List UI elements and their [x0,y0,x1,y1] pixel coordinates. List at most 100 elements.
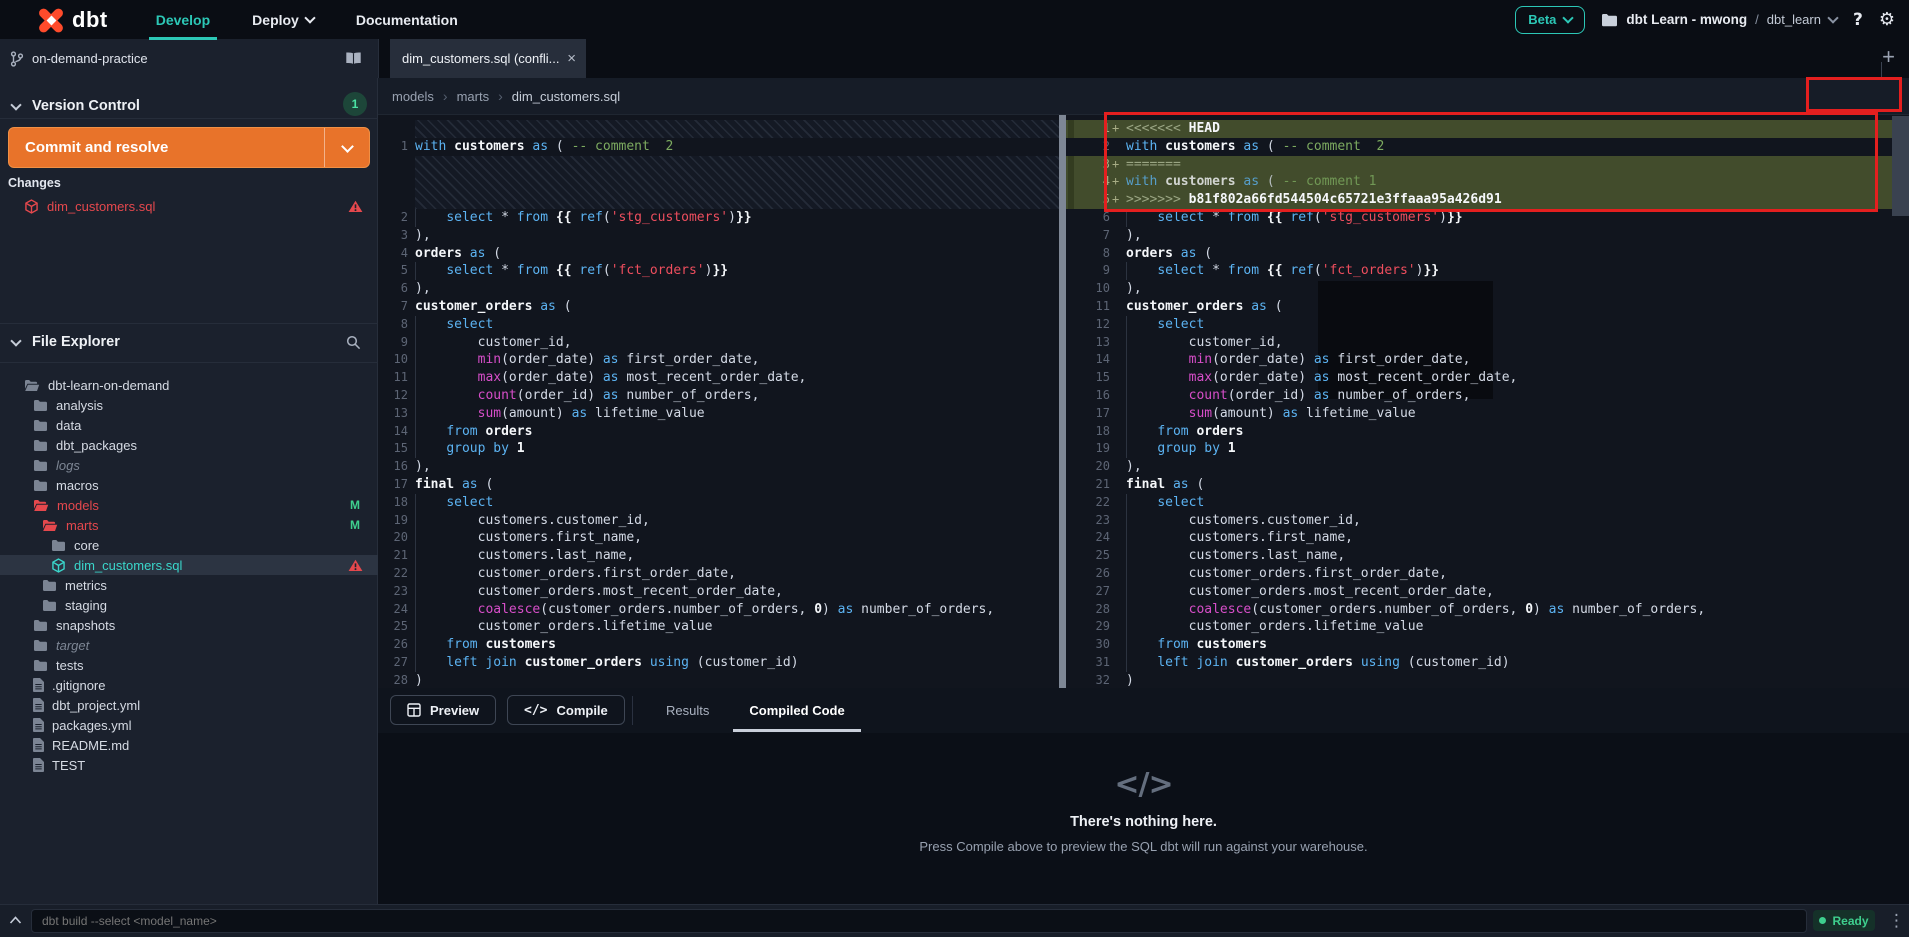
kebab-menu-icon[interactable]: ⋮ [1888,911,1905,931]
beta-dropdown[interactable]: Beta [1515,6,1585,34]
tree-item-gitignore[interactable]: .gitignore [0,675,378,695]
tree-item-macros[interactable]: macros [0,475,378,495]
code-line[interactable]: 25 customers.last_name, [1066,547,1909,565]
code-line[interactable]: 20), [1066,458,1909,476]
docs-book-icon[interactable] [345,52,362,65]
code-line[interactable]: 12 count(order_id) as number_of_orders, [378,387,1059,405]
code-line[interactable]: 6), [378,280,1059,298]
code-line[interactable]: 26 from customers [378,636,1059,654]
code-line[interactable]: 4+with customers as ( -- comment 1 [1066,173,1909,191]
code-line[interactable]: 10), [1066,280,1909,298]
code-line[interactable]: 28) [378,672,1059,688]
code-line[interactable]: 10 min(order_date) as first_order_date, [378,351,1059,369]
code-line[interactable]: 6 select * from {{ ref('stg_customers')}… [1066,209,1909,227]
code-line[interactable]: 23 customers.customer_id, [1066,512,1909,530]
tree-item-marts[interactable]: martsM [0,515,378,535]
code-line[interactable]: 19 group by 1 [1066,440,1909,458]
code-line[interactable]: 19 customers.customer_id, [378,512,1059,530]
preview-button[interactable]: Preview [390,695,496,725]
project-switcher[interactable]: dbt Learn - mwong / dbt_learn [1601,12,1837,27]
tree-item-dbt-learn-on-demand[interactable]: dbt-learn-on-demand [0,375,378,395]
code-line[interactable]: 12 select [1066,316,1909,334]
code-line[interactable]: 22 select [1066,494,1909,512]
tree-item-models[interactable]: modelsM [0,495,378,515]
commit-dropdown[interactable] [324,128,369,167]
editor-right-pane[interactable]: 1+<<<<<<< HEAD2with customers as ( -- co… [1066,115,1909,688]
code-line[interactable]: 13 customer_id, [1066,334,1909,352]
nav-item-deploy[interactable]: Deploy [252,12,314,28]
tree-item-core[interactable]: core [0,535,378,555]
code-line[interactable]: 24 customers.first_name, [1066,529,1909,547]
compile-button[interactable]: </> Compile [507,695,625,725]
code-line[interactable]: 1+<<<<<<< HEAD [1066,120,1909,138]
breadcrumb-item[interactable]: models [392,89,434,104]
file-explorer-header[interactable]: File Explorer [0,330,378,354]
code-line[interactable]: 27 customer_orders.most_recent_order_dat… [1066,583,1909,601]
code-line[interactable]: 22 customer_orders.first_order_date, [378,565,1059,583]
code-line[interactable]: 28 coalesce(customer_orders.number_of_or… [1066,601,1909,619]
code-line[interactable]: 2 select * from {{ ref('stg_customers')}… [378,209,1059,227]
code-line[interactable]: 9 select * from {{ ref('fct_orders')}} [1066,262,1909,280]
code-line[interactable]: 2with customers as ( -- comment 2 [1066,138,1909,156]
help-icon[interactable]: ? [1853,10,1863,30]
code-line[interactable]: 15 group by 1 [378,440,1059,458]
gear-icon[interactable]: ⚙ [1879,9,1895,30]
code-line[interactable]: 8 select [378,316,1059,334]
changed-file-row[interactable]: dim_customers.sql [0,194,378,218]
new-tab-button[interactable]: + [1882,46,1895,68]
code-line[interactable]: 31 left join customer_orders using (cust… [1066,654,1909,672]
code-line[interactable]: 17 sum(amount) as lifetime_value [1066,405,1909,423]
tree-item-staging[interactable]: staging [0,595,378,615]
code-line[interactable]: 18 select [378,494,1059,512]
code-line[interactable]: 16), [378,458,1059,476]
tree-item-test[interactable]: TEST [0,755,378,775]
code-line[interactable]: 29 customer_orders.lifetime_value [1066,618,1909,636]
tree-item-logs[interactable]: logs [0,455,378,475]
breadcrumb-item[interactable]: dim_customers.sql [512,89,620,104]
nav-item-develop[interactable]: Develop [156,12,210,28]
close-icon[interactable]: × [567,50,576,67]
code-line[interactable]: 20 customers.first_name, [378,529,1059,547]
code-line[interactable]: 21final as ( [1066,476,1909,494]
code-line[interactable]: 23 customer_orders.most_recent_order_dat… [378,583,1059,601]
code-line[interactable]: 7), [1066,227,1909,245]
tree-item-dim-customers-sql[interactable]: dim_customers.sql [0,555,378,575]
code-line[interactable]: 26 customer_orders.first_order_date, [1066,565,1909,583]
code-line[interactable]: 3+======= [1066,156,1909,174]
code-line[interactable]: 4orders as ( [378,245,1059,263]
code-line[interactable]: 1with customers as ( -- comment 2 [378,138,1059,156]
tree-item-analysis[interactable]: analysis [0,395,378,415]
search-icon[interactable] [346,335,361,350]
tree-item-readme-md[interactable]: README.md [0,735,378,755]
tab-compiled-code[interactable]: Compiled Code [729,688,864,733]
code-line[interactable]: 5+>>>>>>> b81f802a66fd544504c65721e3ffaa… [1066,191,1909,209]
tree-item-dbt-project-yml[interactable]: dbt_project.yml [0,695,378,715]
tree-item-data[interactable]: data [0,415,378,435]
code-line[interactable]: 24 coalesce(customer_orders.number_of_or… [378,601,1059,619]
status-badge[interactable]: Ready [1813,910,1875,931]
code-line[interactable]: 21 customers.last_name, [378,547,1059,565]
code-line[interactable]: 32) [1066,672,1909,688]
code-line[interactable]: 3), [378,227,1059,245]
chevron-up-icon[interactable] [9,915,22,925]
command-input[interactable] [31,909,1807,933]
code-line[interactable]: 16 count(order_id) as number_of_orders, [1066,387,1909,405]
pane-divider-scrollbar[interactable] [1059,115,1066,688]
editor-tab-dim-customers[interactable]: dim_customers.sql (confli... × [390,39,586,78]
code-line[interactable]: 9 customer_id, [378,334,1059,352]
code-line[interactable]: 11customer_orders as ( [1066,298,1909,316]
code-line[interactable]: 13 sum(amount) as lifetime_value [378,405,1059,423]
tree-item-snapshots[interactable]: snapshots [0,615,378,635]
commit-and-resolve-button[interactable]: Commit and resolve [8,127,370,168]
code-line[interactable]: 11 max(order_date) as most_recent_order_… [378,369,1059,387]
tree-item-target[interactable]: target [0,635,378,655]
code-line[interactable]: 5 select * from {{ ref('fct_orders')}} [378,262,1059,280]
code-line[interactable]: 14 min(order_date) as first_order_date, [1066,351,1909,369]
version-control-header[interactable]: Version Control [0,94,378,118]
tree-item-tests[interactable]: tests [0,655,378,675]
code-line[interactable]: 18 from orders [1066,423,1909,441]
code-line[interactable]: 15 max(order_date) as most_recent_order_… [1066,369,1909,387]
code-line[interactable]: 7customer_orders as ( [378,298,1059,316]
nav-item-documentation[interactable]: Documentation [356,12,458,28]
dbt-logo-icon[interactable] [38,7,64,33]
